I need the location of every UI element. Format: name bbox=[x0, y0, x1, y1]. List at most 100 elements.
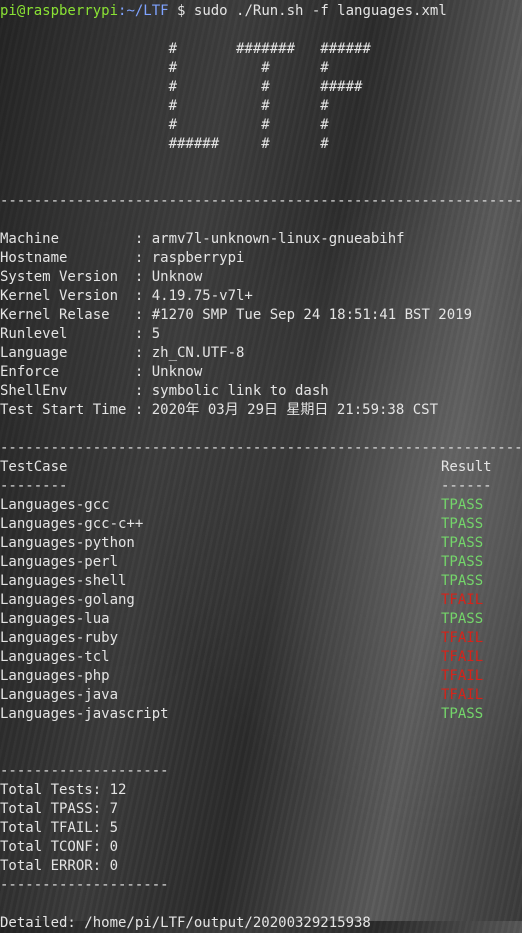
testcase-name: Languages-javascript bbox=[0, 706, 169, 722]
info-row-language: Language : zh_CN.UTF-8 bbox=[0, 345, 245, 361]
result-status: TFAIL bbox=[441, 687, 484, 703]
results-header-underline: -------- ------ bbox=[0, 477, 522, 496]
result-row: Languages-gcc-c++ TPASS bbox=[0, 515, 522, 534]
command-text: sudo ./Run.sh -f languages.xml bbox=[193, 3, 447, 19]
banner-line: # # # bbox=[0, 60, 329, 76]
testcase-name: Languages-php bbox=[0, 668, 110, 684]
info-key: ShellEnv bbox=[0, 383, 135, 399]
result-row: Languages-javascript TPASS bbox=[0, 705, 522, 724]
result-status: TFAIL bbox=[441, 649, 484, 665]
banner-line: # # # bbox=[0, 117, 329, 133]
testcase-name: Languages-java bbox=[0, 687, 119, 703]
result-status: TPASS bbox=[441, 554, 484, 570]
info-value: 5 bbox=[151, 326, 161, 342]
info-row-hostname: Hostname : raspberrypi bbox=[0, 250, 245, 266]
system-info: Machine : armv7l-unknown-linux-gnueabihf… bbox=[0, 230, 522, 420]
info-key: Runlevel bbox=[0, 326, 135, 342]
info-value: Unknow bbox=[151, 364, 203, 380]
info-value: raspberrypi bbox=[151, 250, 245, 266]
testcase-name: Languages-python bbox=[0, 535, 135, 551]
testcase-name: Languages-gcc bbox=[0, 497, 110, 513]
result-row: Languages-gcc TPASS bbox=[0, 496, 522, 515]
info-row-system-version: System Version : Unknow bbox=[0, 269, 203, 285]
detailed-output-path: Detailed: /home/pi/LTF/output/2020032921… bbox=[0, 915, 371, 931]
results-list: Languages-gcc TPASS Languages-gcc-c++ TPAS… bbox=[0, 496, 522, 724]
info-value: zh_CN.UTF-8 bbox=[151, 345, 245, 361]
info-row-shellenv: ShellEnv : symbolic link to dash bbox=[0, 383, 329, 399]
result-status: TPASS bbox=[441, 497, 484, 513]
testcase-name: Languages-lua bbox=[0, 611, 110, 627]
result-status: TFAIL bbox=[441, 630, 484, 646]
banner-line: # # ##### bbox=[0, 79, 363, 95]
result-row: Languages-lua TPASS bbox=[0, 610, 522, 629]
info-row-machine: Machine : armv7l-unknown-linux-gnueabihf bbox=[0, 231, 405, 247]
total-tconf: Total TCONF: 0 bbox=[0, 839, 119, 855]
result-row: Languages-ruby TFAIL bbox=[0, 629, 522, 648]
prompt-user-host: pi@raspberrypi bbox=[0, 3, 119, 19]
info-key: Enforce bbox=[0, 364, 135, 380]
testcase-header: TestCase bbox=[0, 459, 68, 475]
result-header: Result bbox=[441, 459, 492, 475]
result-underline: ------ bbox=[441, 478, 492, 494]
result-status: TPASS bbox=[441, 516, 484, 532]
separator-line: ----------------------------------------… bbox=[0, 193, 522, 209]
banner-line: ###### # # bbox=[0, 136, 329, 152]
separator-line: -------------------- bbox=[0, 763, 169, 779]
info-key: Kernel Relase bbox=[0, 307, 135, 323]
result-status: TPASS bbox=[441, 611, 484, 627]
info-row-kernel-release: Kernel Relase : #1270 SMP Tue Sep 24 18:… bbox=[0, 307, 473, 323]
total-tfail: Total TFAIL: 5 bbox=[0, 820, 119, 836]
result-status: TPASS bbox=[441, 706, 484, 722]
separator-line: -------------------- bbox=[0, 877, 169, 893]
banner-line: # ####### ###### bbox=[0, 41, 371, 57]
info-key: Kernel Version bbox=[0, 288, 135, 304]
prompt-symbol: $ bbox=[168, 3, 194, 19]
result-status: TFAIL bbox=[441, 592, 484, 608]
result-status: TPASS bbox=[441, 573, 484, 589]
result-row: Languages-java TFAIL bbox=[0, 686, 522, 705]
info-key: System Version bbox=[0, 269, 135, 285]
prompt-path: :~/LTF bbox=[118, 3, 169, 19]
info-key: Test Start Time bbox=[0, 402, 135, 418]
testcase-name: Languages-golang bbox=[0, 592, 135, 608]
info-row-kernel-version: Kernel Version : 4.19.75-v7l+ bbox=[0, 288, 253, 304]
info-row-enforce: Enforce : Unknow bbox=[0, 364, 203, 380]
totals-summary: Total Tests: 12 Total TPASS: 7 Total TFA… bbox=[0, 781, 522, 876]
info-row-test-start-time: Test Start Time : 2020年 03月 29日 星期日 21:5… bbox=[0, 402, 439, 418]
terminal-window[interactable]: pi@raspberrypi:~/LTF $ sudo ./Run.sh -f … bbox=[0, 2, 522, 933]
info-value: 2020年 03月 29日 星期日 21:59:38 CST bbox=[151, 402, 439, 418]
result-status: TPASS bbox=[441, 535, 484, 551]
results-header: TestCase Result bbox=[0, 458, 522, 477]
result-row: Languages-php TFAIL bbox=[0, 667, 522, 686]
result-row: Languages-perl TPASS bbox=[0, 553, 522, 572]
testcase-name: Languages-ruby bbox=[0, 630, 119, 646]
testcase-name: Languages-tcl bbox=[0, 649, 110, 665]
testcase-name: Languages-gcc-c++ bbox=[0, 516, 144, 532]
result-row: Languages-golang TFAIL bbox=[0, 591, 522, 610]
total-tpass: Total TPASS: 7 bbox=[0, 801, 119, 817]
banner-line: # # # bbox=[0, 98, 329, 114]
result-row: Languages-tcl TFAIL bbox=[0, 648, 522, 667]
testcase-underline: -------- bbox=[0, 478, 68, 494]
result-status: TFAIL bbox=[441, 668, 484, 684]
info-value: Unknow bbox=[151, 269, 203, 285]
testcase-name: Languages-shell bbox=[0, 573, 127, 589]
info-key: Language bbox=[0, 345, 135, 361]
info-key: Hostname bbox=[0, 250, 135, 266]
command-line: pi@raspberrypi:~/LTF $ sudo ./Run.sh -f … bbox=[0, 2, 522, 21]
info-row-runlevel: Runlevel : 5 bbox=[0, 326, 161, 342]
total-tests: Total Tests: 12 bbox=[0, 782, 127, 798]
info-value: armv7l-unknown-linux-gnueabihf bbox=[151, 231, 405, 247]
ascii-banner: # ####### ###### # # # # # ##### # # # #… bbox=[0, 40, 522, 154]
info-value: #1270 SMP Tue Sep 24 18:51:41 BST 2019 bbox=[151, 307, 473, 323]
result-row: Languages-python TPASS bbox=[0, 534, 522, 553]
info-key: Machine bbox=[0, 231, 135, 247]
total-error: Total ERROR: 0 bbox=[0, 858, 119, 874]
